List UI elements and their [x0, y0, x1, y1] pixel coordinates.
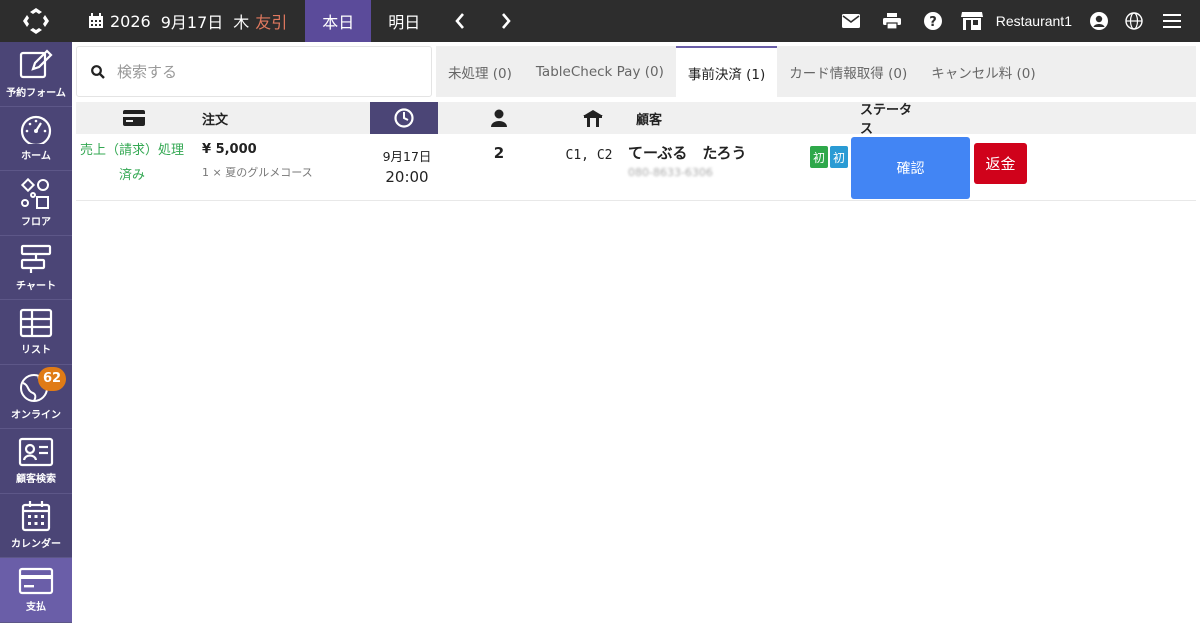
credit-card-icon: [18, 567, 54, 594]
weekday-text: 木: [233, 13, 250, 32]
sidebar-item-calendar[interactable]: カレンダー: [0, 494, 72, 558]
table-seat-icon: [583, 110, 603, 127]
date-text: 9月17日: [160, 13, 224, 32]
clock-icon: [394, 108, 414, 128]
sidebar-item-label: ホーム: [21, 151, 51, 163]
print-icon: [883, 13, 902, 29]
first-visit-badge: 初: [810, 146, 828, 168]
first-visit-badge: 初: [830, 146, 848, 168]
sidebar-item-label: リスト: [21, 344, 51, 356]
tab-cancellation-fee[interactable]: キャンセル料 (0): [919, 46, 1047, 97]
tab-card-info[interactable]: カード情報取得 (0): [777, 46, 919, 97]
order-course: 1 × 夏のグルメコース: [202, 166, 313, 179]
app-logo[interactable]: [0, 0, 72, 42]
rokuyo-text: 友引: [255, 13, 288, 32]
time-column-header[interactable]: [370, 102, 438, 134]
globe-icon: [1125, 12, 1143, 30]
help-button[interactable]: ?: [913, 0, 954, 42]
top-bar: 2026 9月17日 木 友引 本日 明日 ? Restaurant1: [0, 0, 1200, 42]
store-button[interactable]: [954, 0, 990, 42]
print-button[interactable]: [872, 0, 913, 42]
order-column-header[interactable]: 注文: [202, 102, 242, 134]
gauge-icon: [20, 116, 52, 145]
table-numbers: C1, C2: [565, 148, 613, 163]
menu-icon: [1163, 14, 1181, 28]
main-content: 未処理 (0) TableCheck Pay (0) 事前決済 (1) カード情…: [72, 42, 1200, 621]
online-count-badge: 62: [38, 366, 66, 391]
guests-column-header[interactable]: [486, 102, 512, 134]
calendar-icon: [89, 13, 103, 28]
language-button[interactable]: [1114, 0, 1154, 42]
previous-day-button[interactable]: [437, 0, 483, 42]
reservation-time: 20:00: [385, 168, 429, 186]
search-box[interactable]: [76, 46, 432, 97]
payment-tabs: 未処理 (0) TableCheck Pay (0) 事前決済 (1) カード情…: [436, 46, 1196, 97]
credit-card-icon: [123, 110, 145, 126]
mail-button[interactable]: [831, 0, 872, 42]
logo-icon: [23, 8, 49, 34]
sidebar-item-payment[interactable]: 支払: [0, 558, 72, 623]
guest-count: 2: [493, 144, 505, 162]
search-icon: [91, 64, 105, 79]
sidebar-item-label: チャート: [16, 281, 56, 293]
table-column-header[interactable]: [580, 102, 606, 134]
search-input[interactable]: [117, 62, 397, 81]
confirm-button[interactable]: 確認: [851, 137, 970, 199]
tab-unprocessed[interactable]: 未処理 (0): [436, 46, 524, 97]
edit-icon: [19, 49, 53, 78]
restaurant-name[interactable]: Restaurant1: [990, 13, 1084, 29]
reservation-date: 9月17日: [382, 149, 432, 164]
help-icon: ?: [924, 12, 943, 30]
menu-button[interactable]: [1154, 0, 1190, 42]
sidebar-item-customer-search[interactable]: 顧客検索: [0, 429, 72, 494]
refund-button[interactable]: 返金: [974, 143, 1027, 184]
user-button[interactable]: [1084, 0, 1114, 42]
sidebar-item-online[interactable]: 62 オンライン: [0, 365, 72, 429]
chevron-right-icon: [502, 13, 512, 29]
payment-status: 売上（請求）処理済み: [79, 143, 184, 183]
payment-column-header[interactable]: [76, 102, 192, 134]
customer-column-header[interactable]: 顧客: [636, 102, 676, 134]
table-header: 注文 顧客 ステータス: [76, 102, 1196, 137]
table-row[interactable]: 売上（請求）処理済み ¥ 5,000 1 × 夏のグルメコース 9月17日 20…: [76, 134, 1196, 201]
today-button[interactable]: 本日: [305, 0, 372, 42]
sidebar-item-list[interactable]: リスト: [0, 300, 72, 365]
sidebar-item-label: カレンダー: [11, 539, 61, 551]
sidebar-item-label: 予約フォーム: [6, 87, 66, 99]
table-icon: [19, 308, 53, 337]
customer-phone: 080-8633-6306: [628, 166, 713, 179]
order-price: ¥ 5,000: [202, 142, 257, 157]
year-text: 2026: [110, 11, 151, 31]
customer-name[interactable]: てーぶる たろう: [628, 142, 747, 163]
id-card-icon: [18, 437, 54, 466]
mail-icon: [842, 14, 861, 28]
status-column-header[interactable]: ステータス: [860, 102, 920, 137]
sidebar-item-chart[interactable]: チャート: [0, 236, 72, 300]
tab-tablecheck-pay[interactable]: TableCheck Pay (0): [524, 46, 676, 97]
sidebar-item-floor[interactable]: フロア: [0, 171, 72, 236]
sidebar-item-home[interactable]: ホーム: [0, 107, 72, 171]
sidebar-item-label: 顧客検索: [16, 473, 56, 485]
store-icon: [960, 12, 983, 30]
sidebar-item-label: フロア: [21, 216, 51, 228]
person-icon: [491, 109, 507, 127]
tomorrow-button[interactable]: 明日: [371, 0, 437, 42]
sidebar: 予約フォーム ホーム フロア チャート リスト 62 オンライン 顧客検索 カレ…: [0, 42, 72, 623]
shapes-icon: [20, 177, 49, 209]
chart-icon: [20, 245, 52, 274]
svg-text:?: ?: [929, 15, 937, 30]
user-icon: [1090, 12, 1108, 30]
sidebar-item-label: オンライン: [11, 410, 61, 422]
tab-prepaid[interactable]: 事前決済 (1): [675, 46, 778, 97]
chevron-left-icon: [455, 13, 465, 29]
date-display[interactable]: 2026 9月17日 木 友引: [72, 0, 305, 42]
next-day-button[interactable]: [483, 0, 529, 42]
sidebar-item-label: 支払: [26, 601, 46, 613]
sidebar-item-reservation-form[interactable]: 予約フォーム: [0, 42, 72, 107]
calendar-icon: [21, 501, 51, 532]
